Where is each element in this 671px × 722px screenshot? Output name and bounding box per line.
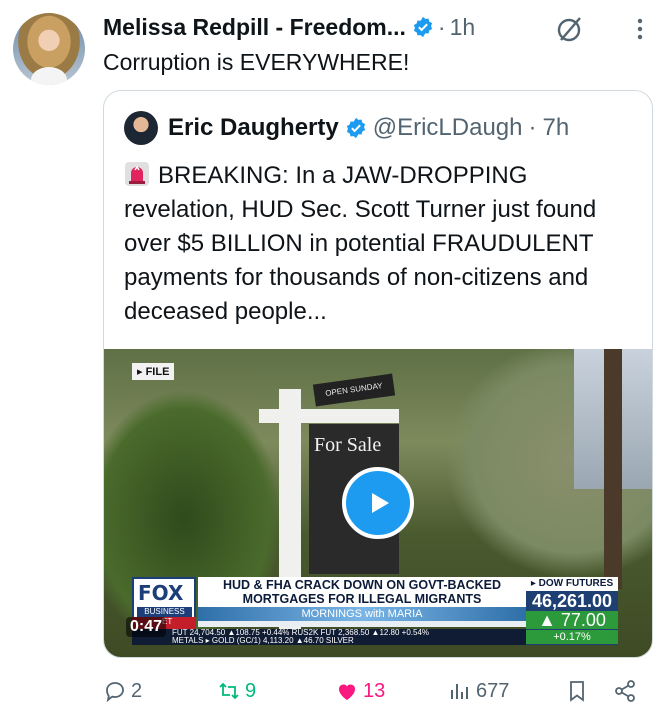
dow-label: ▸ DOW FUTURES xyxy=(526,577,618,591)
like-count: 13 xyxy=(363,679,386,702)
action-bar: 2 9 13 677 xyxy=(103,674,653,708)
open-sunday-text: OPEN SUNDAY xyxy=(324,381,384,398)
views-icon xyxy=(451,684,468,699)
index-ticker: FUT 24,704.50 ▲108.75 +0.44% RUS2K FUT 2… xyxy=(132,629,526,645)
open-sunday-sign: OPEN SUNDAY xyxy=(312,373,396,407)
reply-icon xyxy=(106,682,124,703)
author-avatar[interactable] xyxy=(13,13,85,85)
quoted-post[interactable]: Eric Daugherty @EricLDaugh · 7h BREAKING… xyxy=(103,90,653,658)
views-count: 677 xyxy=(476,679,510,702)
dow-percent: +0.17% xyxy=(526,630,618,644)
quote-time[interactable]: 7h xyxy=(542,114,569,142)
chyron-line-1: HUD & FHA CRACK DOWN ON GOVT-BACKED xyxy=(223,578,501,592)
dow-change: ▲ 77.00 xyxy=(526,611,618,629)
sign-arm xyxy=(259,409,399,423)
show-bar-divider xyxy=(198,621,526,627)
grok-icon[interactable] xyxy=(555,14,585,44)
show-name: MORNINGS with MARIA xyxy=(198,607,526,621)
share-button[interactable] xyxy=(613,679,641,703)
for-sale-text: For Sale xyxy=(314,434,382,456)
dow-futures-box: ▸ DOW FUTURES 46,261.00 ▲ 77.00 +0.17% xyxy=(526,577,618,645)
quote-author-avatar[interactable] xyxy=(124,111,158,145)
author-name[interactable]: Melissa Redpill - Freedom... xyxy=(103,14,406,41)
post-time[interactable]: 1h xyxy=(450,14,476,41)
post-text: Corruption is EVERYWHERE! xyxy=(103,49,410,75)
network-logo-text: FOX xyxy=(138,581,184,605)
repost-icon xyxy=(219,682,239,700)
siren-icon xyxy=(124,161,150,187)
play-icon xyxy=(372,493,389,513)
quote-author-handle[interactable]: @EricLDaugh xyxy=(373,114,523,142)
bookmark-icon xyxy=(570,681,584,702)
quote-header: Eric Daugherty @EricLDaugh · 7h xyxy=(124,111,569,145)
index-line-2: METALS ▸ GOLD (GC/1) 4,113.20 ▲46.70 SIL… xyxy=(172,636,354,645)
dow-value: 46,261.00 xyxy=(531,591,613,611)
network-sub-text: BUSINESS xyxy=(137,607,192,617)
quote-author-name[interactable]: Eric Daugherty xyxy=(168,114,339,142)
reply-button[interactable]: 2 xyxy=(103,679,142,703)
reply-count: 2 xyxy=(131,679,143,702)
heart-icon xyxy=(339,684,355,700)
verified-badge-icon xyxy=(345,117,367,139)
quote-text: BREAKING: In a JAW-DROPPING revelation, … xyxy=(124,162,597,325)
video-duration: 0:47 xyxy=(126,617,167,637)
time-separator: · xyxy=(437,13,446,40)
quote-text-block: BREAKING: In a JAW-DROPPING revelation, … xyxy=(124,159,644,329)
like-button[interactable]: 13 xyxy=(335,679,385,703)
chyron-headline: HUD & FHA CRACK DOWN ON GOVT-BACKED MORT… xyxy=(198,577,526,607)
repost-button[interactable]: 9 xyxy=(217,679,256,703)
post-header: Melissa Redpill - Freedom... · 1h xyxy=(103,10,657,44)
play-button[interactable] xyxy=(342,467,414,539)
verified-badge-icon xyxy=(412,16,434,38)
views-button[interactable]: 677 xyxy=(448,679,509,703)
repost-count: 9 xyxy=(245,679,257,702)
video-player[interactable]: OPEN SUNDAY For Sale ▸ FILE FOX BUSINESS… xyxy=(104,349,652,657)
scenery-pole xyxy=(604,349,622,589)
bookmark-button[interactable] xyxy=(565,679,593,703)
time-separator: · xyxy=(528,114,537,141)
more-icon[interactable] xyxy=(635,16,645,42)
file-tag: ▸ FILE xyxy=(132,363,175,380)
chyron-line-2: MORTGAGES FOR ILLEGAL MIGRANTS xyxy=(242,592,482,606)
share-icon xyxy=(615,680,635,702)
news-ticker: FOX BUSINESS ET HUD & FHA CRACK DOWN ON … xyxy=(132,577,618,645)
